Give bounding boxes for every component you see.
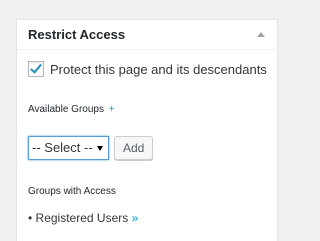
restrict-access-panel: Restrict Access Protect this page and it… bbox=[16, 19, 278, 241]
group-select-value: -- Select -- bbox=[32, 140, 93, 155]
group-remove-link[interactable]: » bbox=[132, 211, 139, 225]
dropdown-arrow-icon bbox=[97, 146, 103, 151]
bullet: • bbox=[28, 211, 33, 225]
group-list-item: • Registered Users » bbox=[28, 211, 138, 225]
add-button[interactable]: Add bbox=[114, 136, 154, 160]
group-name: Registered Users bbox=[35, 211, 129, 225]
protect-page-row[interactable]: Protect this page and its descendants bbox=[28, 61, 267, 77]
protect-page-label: Protect this page and its descendants bbox=[50, 61, 267, 77]
group-controls: -- Select -- Add bbox=[28, 136, 154, 160]
panel-title: Restrict Access bbox=[28, 27, 126, 42]
available-groups-label: Available Groups bbox=[28, 104, 104, 115]
groups-with-access-heading: Groups with Access bbox=[28, 186, 116, 197]
panel-header[interactable]: Restrict Access bbox=[17, 20, 277, 50]
group-select[interactable]: -- Select -- bbox=[28, 136, 109, 160]
add-group-plus-link[interactable]: + bbox=[109, 104, 115, 115]
collapse-toggle-icon[interactable] bbox=[257, 32, 265, 37]
checkmark-icon bbox=[30, 61, 42, 74]
protect-page-checkbox[interactable] bbox=[28, 61, 44, 77]
available-groups-heading: Available Groups + bbox=[28, 104, 115, 115]
